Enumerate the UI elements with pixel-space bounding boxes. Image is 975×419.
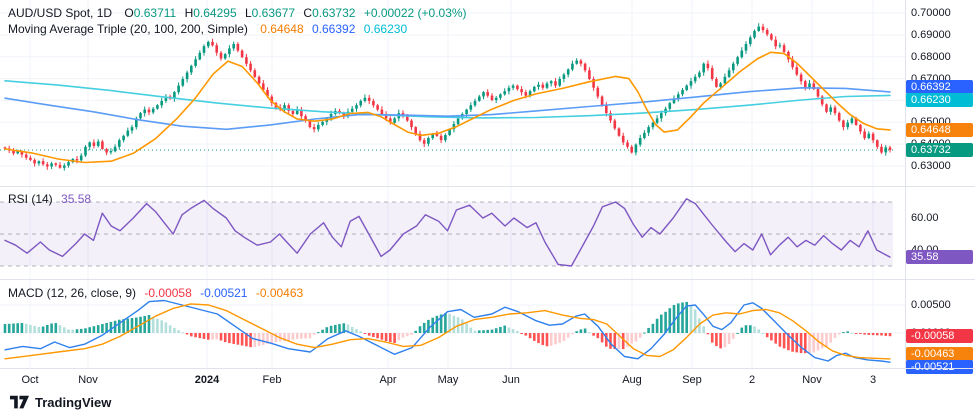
tradingview-chart-widget: AUD/USD Spot, 1D O0.63711 H0.64295 L0.63… <box>0 0 975 419</box>
open-value: 0.63711 <box>134 6 177 20</box>
price-axis[interactable] <box>905 0 975 368</box>
macd-title: MACD (12, 26, close, 9) <box>8 286 136 300</box>
macd-badge: -0.00058 <box>906 329 973 343</box>
ma-legend-row[interactable]: Moving Average Triple (20, 100, 200, Sim… <box>8 22 407 36</box>
high-label: H <box>185 6 194 20</box>
close-label: C <box>303 6 312 20</box>
price-badge: 0.66230 <box>906 93 973 107</box>
macd-line-value: -0.00521 <box>200 286 247 300</box>
low-value: 0.63677 <box>252 6 295 20</box>
pane-separator[interactable] <box>0 279 975 280</box>
symbol-title: AUD/USD Spot, 1D <box>8 6 112 20</box>
ma100-value: 0.66392 <box>312 22 355 36</box>
ma200-value: 0.66230 <box>364 22 407 36</box>
rsi-legend-row[interactable]: RSI (14) 35.58 <box>8 192 91 206</box>
ma-title: Moving Average Triple (20, 100, 200, Sim… <box>8 22 248 36</box>
close-value: 0.63732 <box>312 6 355 20</box>
open-label: O <box>124 6 133 20</box>
pane-separator[interactable] <box>0 186 975 187</box>
rsi-title: RSI (14) <box>8 192 53 206</box>
high-value: 0.64295 <box>193 6 236 20</box>
macd-hist-value: -0.00058 <box>144 286 191 300</box>
low-label: L <box>245 6 252 20</box>
rsi-value: 35.58 <box>61 192 91 206</box>
change-value: +0.00022 (+0.03%) <box>364 6 467 20</box>
macd-badge: -0.00463 <box>906 347 973 361</box>
time-axis[interactable] <box>0 369 975 391</box>
chart-canvas[interactable] <box>0 0 975 419</box>
rsi-badge: 35.58 <box>906 250 973 264</box>
price-badge: 0.64648 <box>906 123 973 137</box>
symbol-legend-row[interactable]: AUD/USD Spot, 1D O0.63711 H0.64295 L0.63… <box>8 6 467 20</box>
rsi-band <box>0 202 893 266</box>
price-badge: 0.66392 <box>906 80 973 94</box>
tradingview-brand-text: TradingView <box>35 395 111 410</box>
macd-signal-value: -0.00463 <box>256 286 303 300</box>
time-axis-separator <box>0 368 975 369</box>
macd-legend-row[interactable]: MACD (12, 26, close, 9) -0.00058 -0.0052… <box>8 286 303 300</box>
tradingview-logo-icon <box>10 395 29 410</box>
ma20-value: 0.64648 <box>260 22 303 36</box>
price-badge: 0.63732 <box>906 143 973 157</box>
tradingview-logo[interactable]: TradingView <box>10 395 111 410</box>
